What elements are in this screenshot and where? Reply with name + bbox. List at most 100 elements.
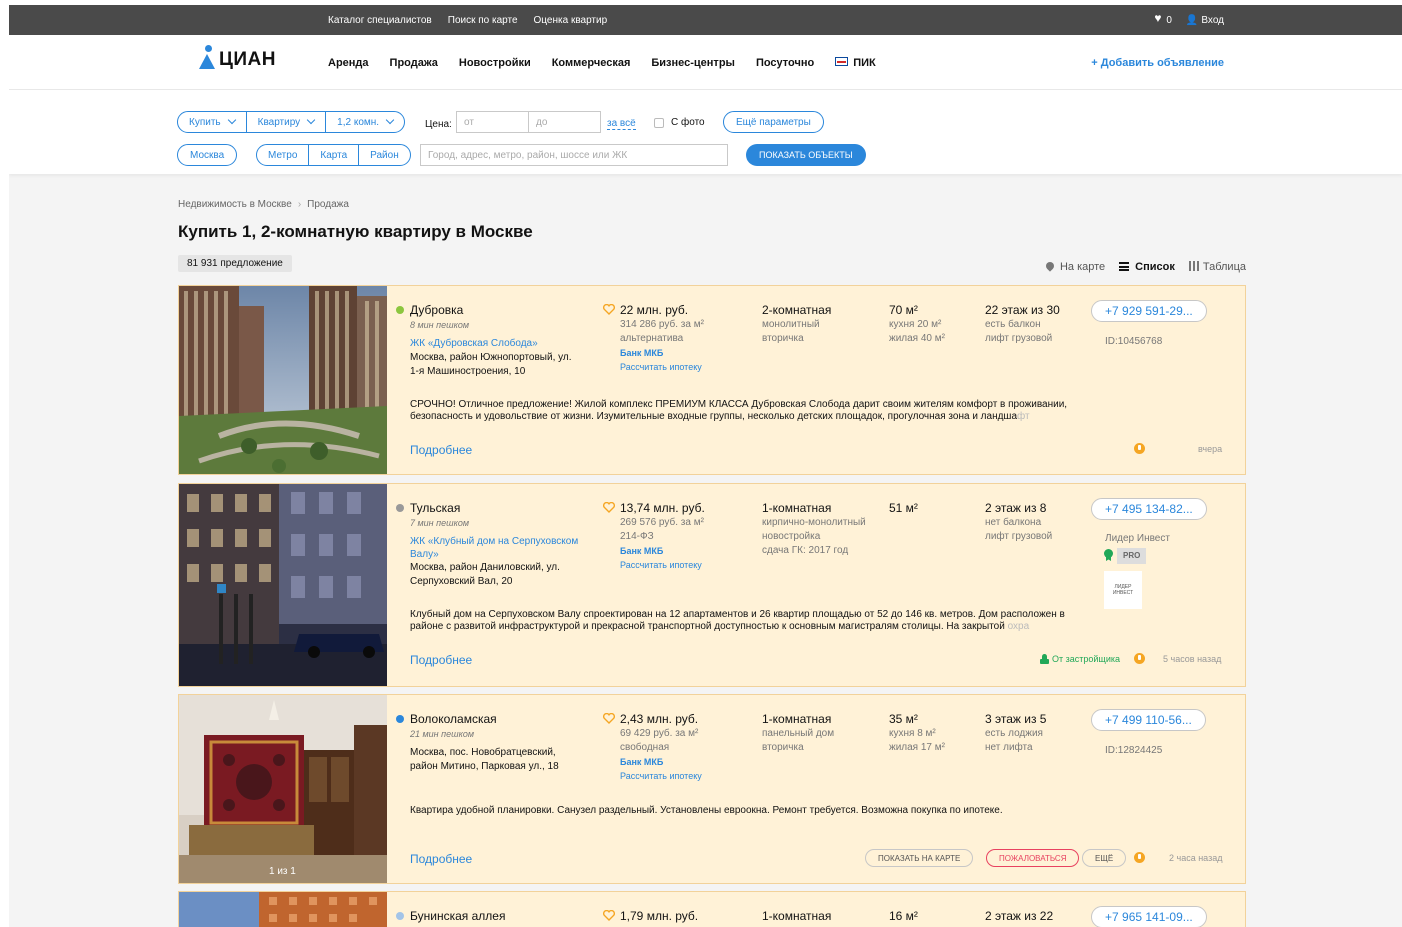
nav-daily[interactable]: Посуточно xyxy=(756,57,814,69)
price-unit-toggle[interactable]: за всё xyxy=(607,118,636,130)
page-frame: Каталог специалистов Поиск по карте Оцен… xyxy=(9,5,1402,927)
nav-pik[interactable]: ПИК xyxy=(835,56,876,69)
highlight-icon[interactable] xyxy=(1134,443,1145,454)
breadcrumb-item[interactable]: Продажа xyxy=(307,199,349,210)
listing-id: ID:10456768 xyxy=(1105,336,1163,347)
top-link-map-search[interactable]: Поиск по карте xyxy=(448,15,518,26)
top-right: 0 Вход xyxy=(1154,5,1224,35)
nav-business-centers[interactable]: Бизнес-центры xyxy=(651,57,735,69)
highlight-icon[interactable] xyxy=(1134,852,1145,863)
bank-link[interactable]: Банк МКБ xyxy=(620,544,743,558)
mortgage-link[interactable]: Рассчитать ипотеку xyxy=(620,769,743,783)
price-from-input[interactable]: от xyxy=(456,111,529,133)
geo-tab-district[interactable]: Район xyxy=(359,145,410,165)
bank-link[interactable]: Банк МКБ xyxy=(620,755,743,769)
with-photo-label: С фото xyxy=(671,117,705,128)
logo-text: ЦИАН xyxy=(219,49,276,70)
geo-tab-map[interactable]: Карта xyxy=(309,145,360,165)
market-type: вторичка xyxy=(762,333,804,344)
chevron-down-icon xyxy=(227,115,236,125)
metro-station[interactable]: Волоколамская xyxy=(396,711,586,727)
nav-rent[interactable]: Аренда xyxy=(328,57,369,69)
details-link[interactable]: Подробнее xyxy=(410,653,472,667)
with-photo-checkbox[interactable]: С фото xyxy=(654,117,705,128)
listing-card[interactable]: 1 из 1 Волоколамская 21 мин пешком Москв… xyxy=(178,694,1246,884)
metro-station[interactable]: Бунинская аллея xyxy=(396,908,586,924)
table-icon xyxy=(1188,261,1199,271)
nav-sale[interactable]: Продажа xyxy=(390,57,438,69)
price-to-input[interactable]: до xyxy=(528,111,601,133)
login-button[interactable]: Вход xyxy=(1186,15,1224,26)
show-phone-button[interactable]: +7 929 591-29... xyxy=(1091,300,1207,322)
heart-icon[interactable] xyxy=(603,304,615,315)
show-phone-button[interactable]: +7 499 110-56... xyxy=(1091,709,1206,731)
show-on-map-button[interactable]: ПОКАЗАТЬ НА КАРТЕ xyxy=(865,849,974,867)
filter-bar: Купить Квартиру 1,2 комн. Цена: от до за… xyxy=(9,90,1402,174)
chevron-down-icon xyxy=(385,115,395,125)
chevron-down-icon xyxy=(306,115,316,125)
type-select[interactable]: Квартиру xyxy=(247,112,327,132)
deal-select[interactable]: Купить xyxy=(178,112,247,132)
lift: лифт грузовой xyxy=(985,531,1053,542)
cian-logo[interactable]: ЦИАН xyxy=(198,45,276,71)
listing-photo[interactable] xyxy=(179,484,387,686)
add-ad-button[interactable]: + Добавить объявление xyxy=(1091,35,1224,90)
view-list[interactable]: Список xyxy=(1119,261,1175,273)
bank-link[interactable]: Банк МКБ xyxy=(620,346,743,360)
complex-link[interactable]: ЖК «Клубный дом на Серпуховском Валу» xyxy=(410,535,586,561)
house-type: кирпично-монолитный xyxy=(762,517,866,528)
rooms-select[interactable]: 1,2 комн. xyxy=(326,112,404,132)
complain-button[interactable]: ПОЖАЛОВАТЬСЯ xyxy=(986,849,1080,867)
house-type: панельный дом xyxy=(762,728,835,739)
description-text: безопасность и удовольствие от жизни. Из… xyxy=(410,411,1018,422)
price-value: 2,43 млн. руб. xyxy=(620,712,699,726)
listing-photo[interactable] xyxy=(179,892,387,927)
nav-new-buildings[interactable]: Новостройки xyxy=(459,57,531,69)
view-map[interactable]: На карте xyxy=(1044,260,1105,273)
building-photo xyxy=(179,286,387,474)
from-developer-label: От застройщика xyxy=(1052,654,1120,664)
more-actions-button[interactable]: ЕЩЁ xyxy=(1082,849,1127,867)
breadcrumb-item[interactable]: Недвижимость в Москве xyxy=(178,199,292,210)
listing-card[interactable]: Дубровка 8 мин пешком ЖК «Дубровская Сло… xyxy=(178,285,1246,475)
complex-link[interactable]: ЖК «Дубровская Слобода» xyxy=(410,337,586,351)
highlight-icon[interactable] xyxy=(1134,653,1145,664)
city-select[interactable]: Москва xyxy=(177,144,238,166)
metro-station[interactable]: Тульская xyxy=(396,500,586,516)
listing-card[interactable]: Бунинская аллея 1,79 млн. руб. 1-комнатн… xyxy=(178,891,1246,927)
view-table[interactable]: Таблица xyxy=(1188,261,1246,273)
nav-commercial[interactable]: Коммерческая xyxy=(552,57,631,69)
show-objects-button[interactable]: ПОКАЗАТЬ ОБЪЕКТЫ xyxy=(746,144,866,166)
favorites-button[interactable]: 0 xyxy=(1154,11,1172,26)
listing-area: 35 м² кухня 8 м² жилая 17 м² xyxy=(889,711,979,755)
top-link-specialists[interactable]: Каталог специалистов xyxy=(328,15,432,26)
listing-floor: 22 этаж из 30 есть балкон лифт грузовой xyxy=(985,302,1085,346)
balcony: есть балкон xyxy=(985,319,1041,330)
pro-badge: PRO xyxy=(1117,548,1147,564)
location-search-input[interactable]: Город, адрес, метро, район, шоссе или ЖК xyxy=(420,144,728,166)
listing-card[interactable]: Тульская 7 мин пешком ЖК «Клубный дом на… xyxy=(178,483,1246,687)
deal-filter-group: Купить Квартиру 1,2 комн. xyxy=(177,111,406,133)
area: 70 м² xyxy=(889,303,918,317)
metro-station[interactable]: Дубровка xyxy=(396,302,586,318)
listing-photo[interactable]: 1 из 1 xyxy=(179,695,387,883)
price-value: 1,79 млн. руб. xyxy=(620,909,699,923)
award-icon xyxy=(1104,549,1113,560)
listing-photo[interactable] xyxy=(179,286,387,474)
more-params-button[interactable]: Ещё параметры xyxy=(723,111,824,133)
mortgage-link[interactable]: Рассчитать ипотеку xyxy=(620,360,743,374)
developer-logo[interactable]: ЛИДЕР ИНВЕСТ xyxy=(1104,571,1142,609)
show-phone-button[interactable]: +7 965 141-09... xyxy=(1091,906,1207,927)
heart-icon[interactable] xyxy=(603,910,615,921)
heart-icon[interactable] xyxy=(603,713,615,724)
top-link-valuation[interactable]: Оценка квартир xyxy=(534,15,608,26)
show-phone-button[interactable]: +7 495 134-82... xyxy=(1091,498,1207,520)
details-link[interactable]: Подробнее xyxy=(410,443,472,457)
heart-icon[interactable] xyxy=(603,502,615,513)
details-link[interactable]: Подробнее xyxy=(410,852,472,866)
geo-tab-metro[interactable]: Метро xyxy=(257,145,310,165)
price: 13,74 млн. руб. xyxy=(603,500,743,516)
agent-name[interactable]: Лидер Инвест xyxy=(1105,532,1170,546)
listing-rooms: 2-комнатная монолитный вторичка xyxy=(762,302,882,346)
mortgage-link[interactable]: Рассчитать ипотеку xyxy=(620,558,743,572)
